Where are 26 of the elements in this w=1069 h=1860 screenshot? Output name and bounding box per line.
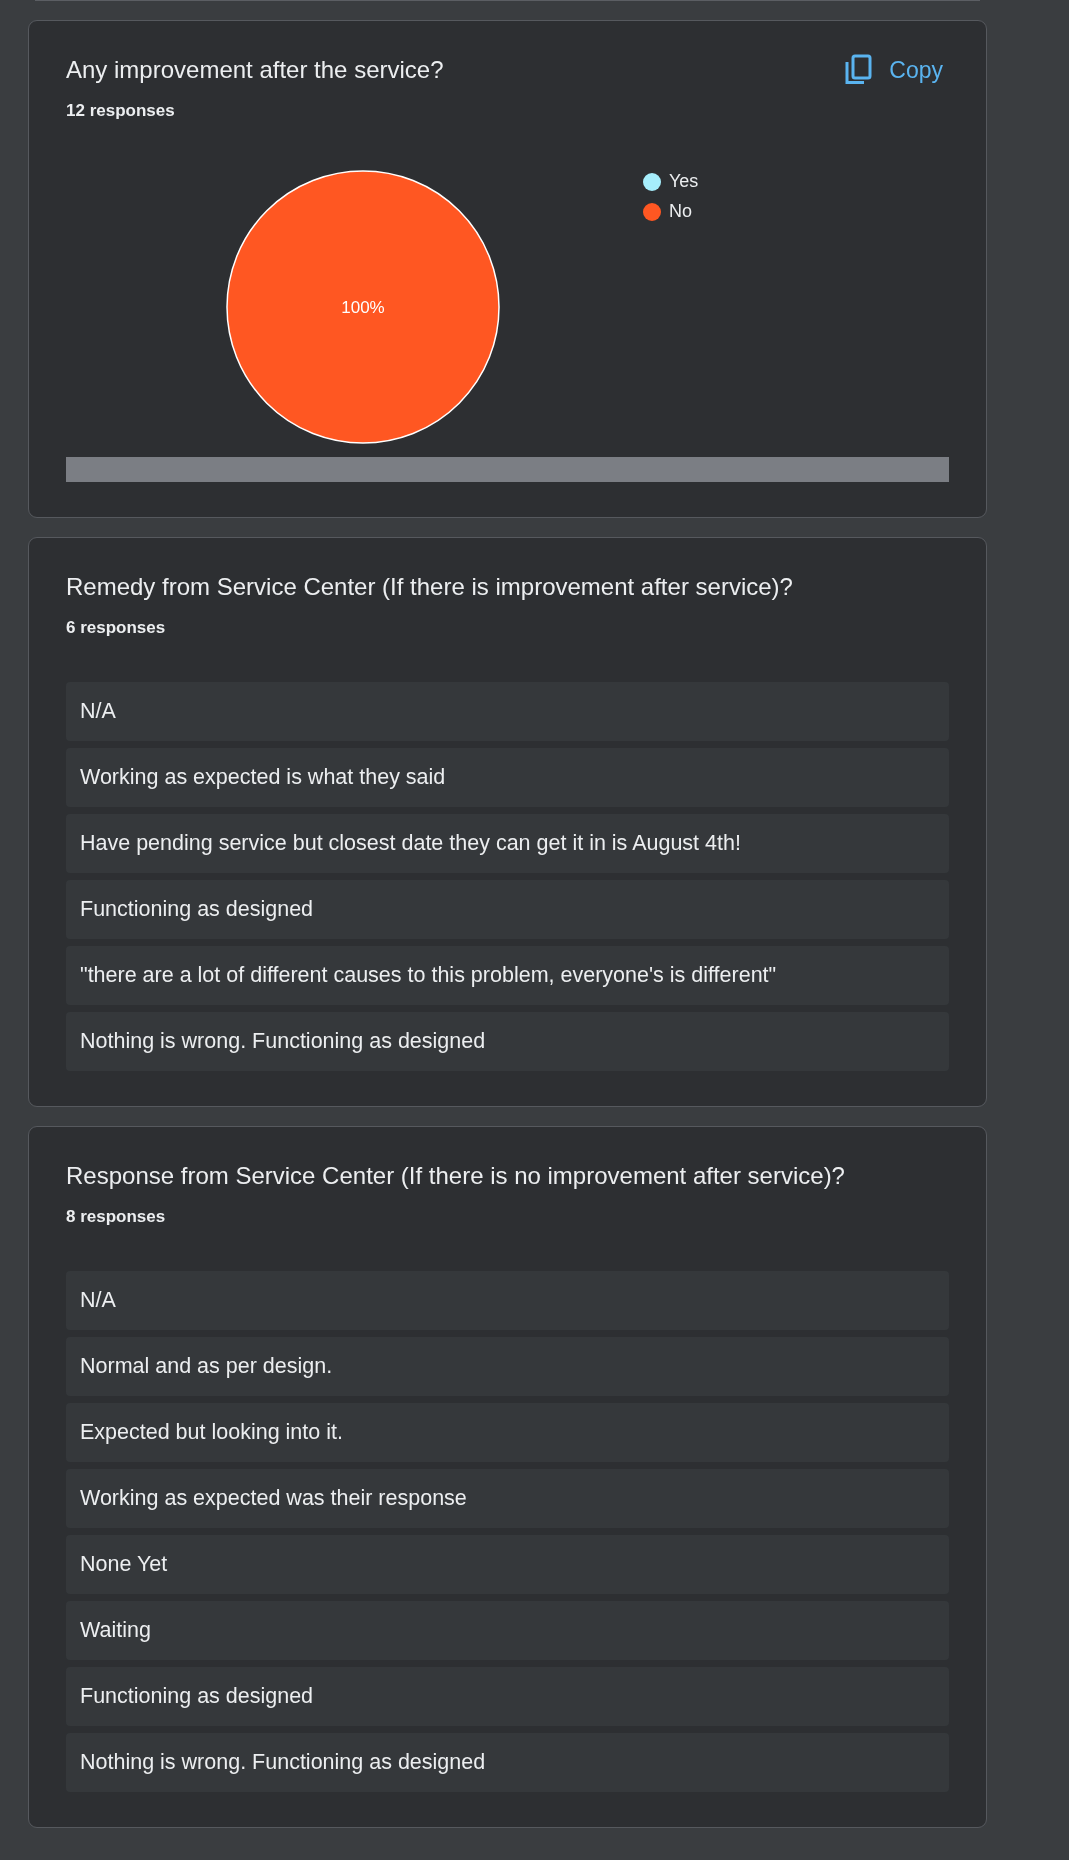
question-title: Response from Service Center (If there is no improvement after service)?: [66, 1161, 845, 1191]
legend-label: Yes: [669, 171, 699, 192]
response-count: 12 responses: [66, 100, 175, 122]
response-item: "there are a lot of different causes to this problem, everyone's is different": [66, 946, 949, 1005]
question-title: Any improvement after the service?: [66, 55, 444, 85]
copy-icon: [844, 54, 873, 86]
response-count: 8 responses: [66, 1206, 166, 1228]
response-item: Normal and as per design.: [66, 1337, 949, 1396]
slice-label: 100%: [341, 298, 385, 317]
response-item: Working as expected is what they said: [66, 748, 949, 807]
response-item: None Yet: [66, 1535, 949, 1594]
response-item: Waiting: [66, 1601, 949, 1660]
response-item: N/A: [66, 1271, 949, 1330]
copy-button[interactable]: Copy: [844, 54, 949, 86]
response-count: 6 responses: [66, 617, 166, 639]
response-item: Expected but looking into it.: [66, 1403, 949, 1462]
response-item: Nothing is wrong. Functioning as designed: [66, 1012, 949, 1071]
scrollbar[interactable]: [66, 457, 949, 482]
legend-label: No: [669, 201, 692, 222]
response-item: Functioning as designed: [66, 880, 949, 939]
question-title: Remedy from Service Center (If there is improvement after service)?: [66, 572, 793, 602]
response-item: N/A: [66, 682, 949, 741]
response-item: Functioning as designed: [66, 1667, 949, 1726]
response-item: Nothing is wrong. Functioning as designed: [66, 1733, 949, 1792]
response-item: Have pending service but closest date they can get it in is August 4th!: [66, 814, 949, 873]
response-item: Working as expected was their response: [66, 1469, 949, 1528]
